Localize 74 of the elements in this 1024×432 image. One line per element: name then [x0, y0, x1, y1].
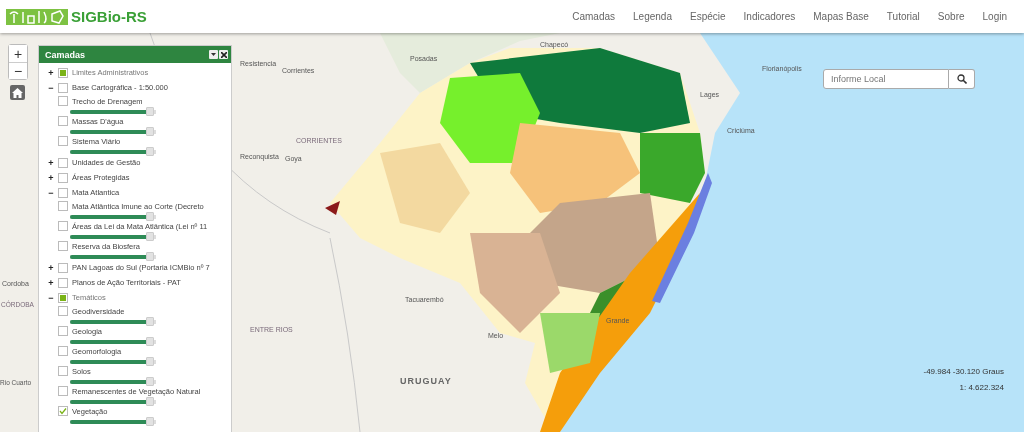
slider-thumb[interactable] [145, 397, 154, 406]
expand-toggle[interactable]: + [47, 158, 55, 167]
logo-icon [6, 7, 68, 26]
opacity-slider[interactable] [70, 130, 156, 134]
nav-link[interactable]: Tutorial [877, 7, 929, 26]
nav-link[interactable]: Sobre [928, 7, 974, 26]
slider-thumb[interactable] [145, 127, 154, 136]
checkbox[interactable] [58, 292, 68, 303]
logo-text: SIGBio-RS [71, 8, 147, 25]
slider-thumb[interactable] [145, 232, 154, 241]
zoom-out-button[interactable]: − [9, 62, 27, 79]
expand-toggle[interactable]: − [47, 293, 55, 302]
collapse-icon[interactable] [209, 50, 218, 59]
home-button[interactable] [10, 85, 25, 100]
checkbox[interactable] [58, 187, 68, 198]
region-label: URUGUAY [400, 376, 452, 386]
slider-thumb[interactable] [145, 317, 154, 326]
checkbox[interactable] [58, 326, 68, 336]
checkbox[interactable] [58, 116, 68, 126]
slider-thumb[interactable] [145, 337, 154, 346]
checkbox[interactable] [58, 82, 68, 93]
opacity-slider[interactable] [70, 320, 156, 324]
checkbox[interactable] [58, 221, 68, 231]
checkbox[interactable] [58, 386, 68, 396]
expand-toggle[interactable]: + [47, 173, 55, 182]
checkbox[interactable] [58, 136, 68, 146]
nav-link[interactable]: Camadas [563, 7, 625, 26]
slider-thumb[interactable] [145, 212, 154, 221]
nav-link[interactable]: Espécie [681, 7, 735, 26]
checkbox[interactable] [58, 172, 68, 183]
search-icon [956, 74, 967, 84]
opacity-slider[interactable] [70, 420, 156, 424]
expand-toggle[interactable]: + [47, 278, 55, 287]
expand-toggle[interactable]: + [47, 263, 55, 272]
checkbox[interactable] [58, 96, 68, 106]
checkbox[interactable] [58, 406, 68, 416]
slider-thumb[interactable] [145, 107, 154, 116]
search-field[interactable]: Informe Local [823, 69, 949, 89]
checkbox[interactable] [58, 241, 68, 251]
opacity-slider[interactable] [70, 235, 156, 239]
checkbox[interactable] [58, 306, 68, 316]
slider-thumb[interactable] [145, 357, 154, 366]
scale-readout: 1: 4.622.324 [959, 383, 1004, 392]
opacity-slider[interactable] [70, 110, 156, 114]
expand-toggle[interactable]: − [47, 83, 55, 92]
nav-link[interactable]: Mapas Base [804, 7, 878, 26]
home-icon [12, 87, 23, 98]
nav-link[interactable]: Login [973, 7, 1016, 26]
opacity-slider[interactable] [70, 215, 156, 219]
slider-thumb[interactable] [145, 147, 154, 156]
nav-link[interactable]: Indicadores [734, 7, 805, 26]
opacity-slider[interactable] [70, 380, 156, 384]
checkbox[interactable] [58, 346, 68, 356]
expand-toggle[interactable]: + [47, 68, 55, 77]
nav-link[interactable]: Legenda [624, 7, 681, 26]
search-button[interactable] [949, 69, 975, 89]
panel-title: Camadas [45, 49, 87, 60]
slider-thumb[interactable] [145, 417, 154, 426]
checkbox[interactable] [58, 262, 68, 273]
opacity-slider[interactable] [70, 150, 156, 154]
opacity-slider[interactable] [70, 400, 156, 404]
close-icon[interactable] [219, 50, 228, 59]
opacity-slider[interactable] [70, 360, 156, 364]
slider-thumb[interactable] [145, 252, 154, 261]
slider-thumb[interactable] [145, 377, 154, 386]
checkbox[interactable] [58, 277, 68, 288]
opacity-slider[interactable] [70, 255, 156, 259]
checkbox[interactable] [58, 366, 68, 376]
checkbox[interactable] [58, 201, 68, 211]
checkbox[interactable] [58, 157, 68, 168]
expand-toggle[interactable]: − [47, 188, 55, 197]
coordinates-readout: -49.984 -30.120 Graus [923, 367, 1004, 376]
checkbox[interactable] [58, 67, 68, 78]
opacity-slider[interactable] [70, 340, 156, 344]
